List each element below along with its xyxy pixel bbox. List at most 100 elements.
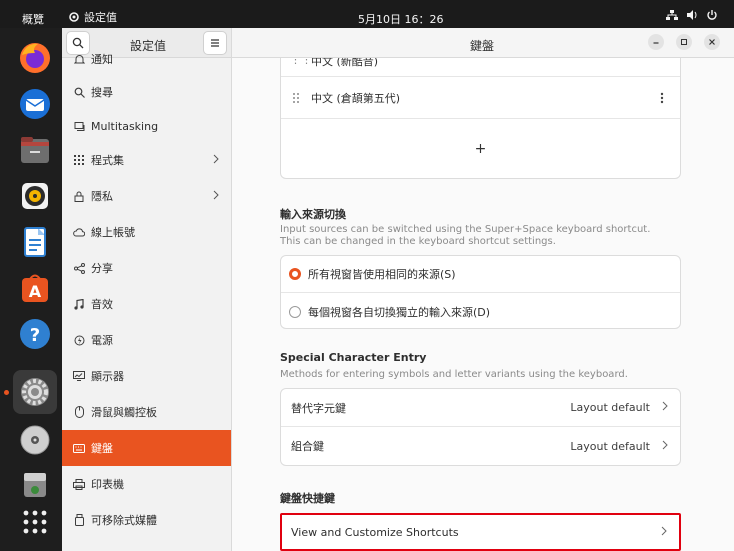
- share-icon: [72, 261, 86, 275]
- help-icon[interactable]: ?: [17, 316, 53, 352]
- disc-icon[interactable]: [17, 422, 53, 458]
- special-title: Special Character Entry: [280, 351, 427, 364]
- minimize-button[interactable]: [648, 34, 664, 50]
- special-characters-list: 替代字元鍵 Layout default 組合鍵 Layout default: [280, 388, 681, 466]
- sidebar-item-search[interactable]: 搜尋: [62, 74, 231, 110]
- alt-key-label: 替代字元鍵: [291, 401, 346, 415]
- sidebar-item-printers[interactable]: 印表機: [62, 466, 231, 502]
- sidebar-item-label: 鍵盤: [91, 442, 113, 455]
- svg-text:A: A: [29, 282, 42, 301]
- radio-selected[interactable]: [289, 268, 301, 280]
- view-shortcuts-label: View and Customize Shortcuts: [291, 525, 459, 539]
- system-tray[interactable]: [666, 9, 718, 21]
- radio-same-source[interactable]: 所有視窗皆使用相同的來源(S): [281, 256, 680, 293]
- sidebar-item-privacy[interactable]: 隱私: [62, 178, 231, 214]
- sidebar-item-removable-media[interactable]: 可移除式媒體: [62, 502, 231, 538]
- input-source-row[interactable]: ⋮⋮ 中文 (新酷音): [281, 58, 680, 77]
- power-icon: [72, 333, 86, 347]
- app-menu[interactable]: 設定值: [68, 9, 117, 25]
- minimize-icon: [653, 42, 659, 44]
- chevron-right-icon: [213, 190, 219, 203]
- sidebar-item-sharing[interactable]: 分享: [62, 250, 231, 286]
- sidebar-item-label: 印表機: [91, 478, 124, 491]
- close-button[interactable]: [704, 34, 720, 50]
- removable-media-icon: [72, 513, 86, 527]
- switching-desc-2: This can be changed in the keyboard shor…: [280, 236, 556, 247]
- clock[interactable]: 5月10日 16：26: [358, 11, 444, 27]
- bell-icon: [72, 52, 86, 66]
- compose-key-value: Layout default: [570, 439, 650, 453]
- writer-icon[interactable]: [17, 224, 53, 260]
- app-center-icon[interactable]: A: [17, 270, 53, 306]
- radio-label: 所有視窗皆使用相同的來源(S): [308, 268, 456, 281]
- printer-icon: [72, 477, 86, 491]
- sidebar-item-label: 可移除式媒體: [91, 514, 157, 527]
- content-area: ⋮⋮ 中文 (新酷音) 中文 (倉頡第五代) + 輸入來源切換 Input so…: [232, 58, 734, 551]
- settings-icon[interactable]: [17, 374, 53, 410]
- drag-handle-icon[interactable]: ⋮⋮: [290, 58, 312, 66]
- radio-label: 每個視窗各自切換獨立的輸入來源(D): [308, 305, 491, 319]
- page-title: 鍵盤: [470, 39, 495, 53]
- input-source-row[interactable]: 中文 (倉頡第五代): [281, 77, 680, 119]
- alternate-characters-row[interactable]: 替代字元鍵 Layout default: [281, 389, 680, 427]
- running-indicator: [4, 390, 9, 395]
- compose-key-label: 組合鍵: [291, 440, 324, 453]
- activities-button[interactable]: 概覽: [22, 11, 44, 27]
- sidebar-item-label: 隱私: [91, 190, 113, 203]
- sidebar-item-keyboard[interactable]: 鍵盤: [62, 430, 231, 466]
- top-bar: 概覽 設定值 5月10日 16：26: [0, 0, 734, 28]
- network-icon: [666, 10, 678, 20]
- thunderbird-icon[interactable]: [17, 86, 53, 122]
- special-desc: Methods for entering symbols and letter …: [280, 369, 628, 380]
- app-grid-icon[interactable]: [17, 504, 53, 540]
- chevron-right-icon: [662, 401, 668, 414]
- lock-icon: [72, 189, 86, 203]
- svg-text:?: ?: [30, 325, 40, 346]
- sidebar-item-label: Multitasking: [91, 119, 159, 133]
- more-options-icon[interactable]: [660, 92, 664, 104]
- sidebar-item-online-accounts[interactable]: 線上帳號: [62, 214, 231, 250]
- settings-window: 設定值 通知 搜尋 Multitasking 程式集 隱私 線上帳號 分享 音效…: [62, 28, 734, 551]
- gear-icon: [69, 12, 79, 22]
- sidebar-item-label: 分享: [91, 262, 113, 275]
- sidebar-item-multitasking[interactable]: Multitasking: [62, 108, 231, 144]
- maximize-icon: [681, 39, 687, 45]
- sidebar-item-notifications[interactable]: 通知: [62, 41, 231, 77]
- sidebar-item-label: 搜尋: [91, 86, 113, 99]
- sidebar-item-label: 通知: [91, 53, 113, 66]
- files-icon[interactable]: [17, 132, 53, 168]
- sidebar-item-label: 程式集: [91, 154, 124, 167]
- sidebar-item-power[interactable]: 電源: [62, 322, 231, 358]
- cloud-icon: [72, 225, 86, 239]
- compose-key-row[interactable]: 組合鍵 Layout default: [281, 427, 680, 465]
- trash-icon[interactable]: [17, 466, 53, 502]
- maximize-button[interactable]: [676, 34, 692, 50]
- sidebar-item-mouse-touchpad[interactable]: 滑鼠與觸控板: [62, 394, 231, 430]
- power-menu-icon: [707, 10, 717, 20]
- sidebar-item-sound[interactable]: 音效: [62, 286, 231, 322]
- input-sources-list: ⋮⋮ 中文 (新酷音) 中文 (倉頡第五代) +: [280, 58, 681, 179]
- switching-options: 所有視窗皆使用相同的來源(S) 每個視窗各自切換獨立的輸入來源(D): [280, 255, 681, 329]
- music-note-icon: [72, 297, 86, 311]
- add-input-source-button[interactable]: +: [281, 119, 680, 178]
- view-shortcuts-button[interactable]: View and Customize Shortcuts: [282, 515, 679, 549]
- sidebar-item-label: 電源: [91, 334, 113, 347]
- sidebar-item-label: 音效: [91, 298, 113, 311]
- multitasking-icon: [72, 119, 86, 133]
- rhythmbox-icon[interactable]: [17, 178, 53, 214]
- radio-unselected[interactable]: [289, 305, 301, 318]
- keyboard-icon: [72, 441, 86, 455]
- shortcuts-title: 鍵盤快捷鍵: [280, 492, 335, 505]
- sidebar-item-apps[interactable]: 程式集: [62, 142, 231, 178]
- search-icon: [72, 85, 86, 99]
- sidebar-item-displays[interactable]: 顯示器: [62, 358, 231, 394]
- switching-title: 輸入來源切換: [280, 208, 346, 221]
- volume-icon: [687, 10, 697, 20]
- apps-grid-icon: [72, 153, 86, 167]
- firefox-icon[interactable]: [17, 40, 53, 76]
- view-shortcuts-row[interactable]: View and Customize Shortcuts: [280, 513, 681, 551]
- radio-per-window[interactable]: 每個視窗各自切換獨立的輸入來源(D): [281, 293, 680, 328]
- chevron-right-icon: [213, 154, 219, 167]
- drag-handle-icon[interactable]: [292, 92, 300, 104]
- input-source-label: 中文 (新酷音): [311, 58, 379, 68]
